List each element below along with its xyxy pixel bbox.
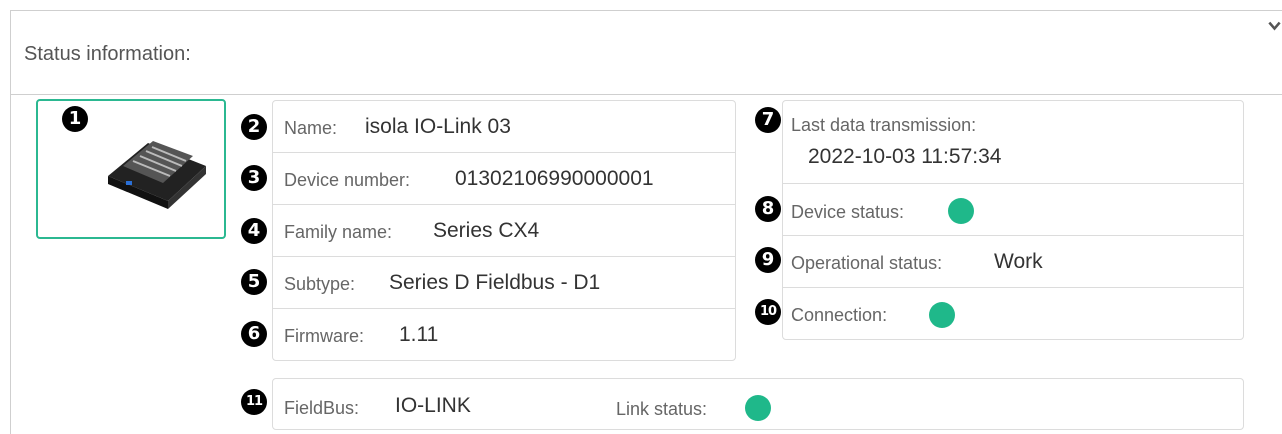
badge-8: 8 <box>755 196 781 222</box>
badge-11: 11 <box>241 389 267 415</box>
fieldbus-value: IO-LINK <box>395 394 471 417</box>
firmware-value: 1.11 <box>399 323 439 346</box>
badge-6: 6 <box>241 321 267 347</box>
panel-header[interactable]: Status information: <box>11 11 1282 95</box>
badge-4: 4 <box>241 218 267 244</box>
family-name-label: Family name: <box>284 222 393 242</box>
name-value: isola IO-Link 03 <box>365 115 511 138</box>
link-status-label: Link status: <box>616 399 708 419</box>
row-firmware: Firmware: 1.11 <box>273 309 735 361</box>
subtype-label: Subtype: <box>284 274 356 294</box>
row-operational-status: Operational status: Work <box>783 236 1243 288</box>
name-label: Name: <box>284 118 338 138</box>
badge-1: 1 <box>62 106 88 132</box>
panel-title: Status information: <box>24 43 191 65</box>
chevron-down-icon[interactable] <box>1267 20 1282 32</box>
operational-status-label: Operational status: <box>791 253 943 273</box>
device-number-value: 01302106990000001 <box>455 167 654 190</box>
status-card: Last data transmission: 2022-10-03 11:57… <box>782 100 1244 340</box>
row-family-name: Family name: Series CX4 <box>273 205 735 257</box>
row-connection: Connection: <box>783 288 1243 340</box>
badge-7: 7 <box>755 107 781 133</box>
operational-status-value: Work <box>994 250 1043 273</box>
device-status-label: Device status: <box>791 202 905 222</box>
last-transmission-label: Last data transmission: <box>791 115 977 135</box>
row-device-status: Device status: <box>783 184 1243 236</box>
fieldbus-card: FieldBus: IO-LINK Link status: <box>272 378 1244 430</box>
link-status-indicator <box>745 395 771 421</box>
device-number-label: Device number: <box>284 170 411 190</box>
row-last-transmission: Last data transmission: 2022-10-03 11:57… <box>783 101 1243 184</box>
device-info-card: Name: isola IO-Link 03 Device number: 01… <box>272 100 736 361</box>
row-subtype: Subtype: Series D Fieldbus - D1 <box>273 257 735 309</box>
subtype-value: Series D Fieldbus - D1 <box>389 271 601 294</box>
badge-2: 2 <box>241 114 267 140</box>
family-name-value: Series CX4 <box>433 219 540 242</box>
connection-label: Connection: <box>791 305 888 325</box>
row-name: Name: isola IO-Link 03 <box>273 101 735 153</box>
badge-5: 5 <box>241 269 267 295</box>
badge-9: 9 <box>755 247 781 273</box>
last-transmission-value: 2022-10-03 11:57:34 <box>808 145 1002 168</box>
badge-3: 3 <box>241 165 267 191</box>
connection-indicator <box>929 302 955 328</box>
firmware-label: Firmware: <box>284 326 364 346</box>
row-device-number: Device number: 01302106990000001 <box>273 153 735 205</box>
fieldbus-label: FieldBus: <box>284 398 360 418</box>
device-status-indicator <box>948 198 974 224</box>
device-image <box>108 141 206 209</box>
badge-10: 10 <box>755 299 781 325</box>
